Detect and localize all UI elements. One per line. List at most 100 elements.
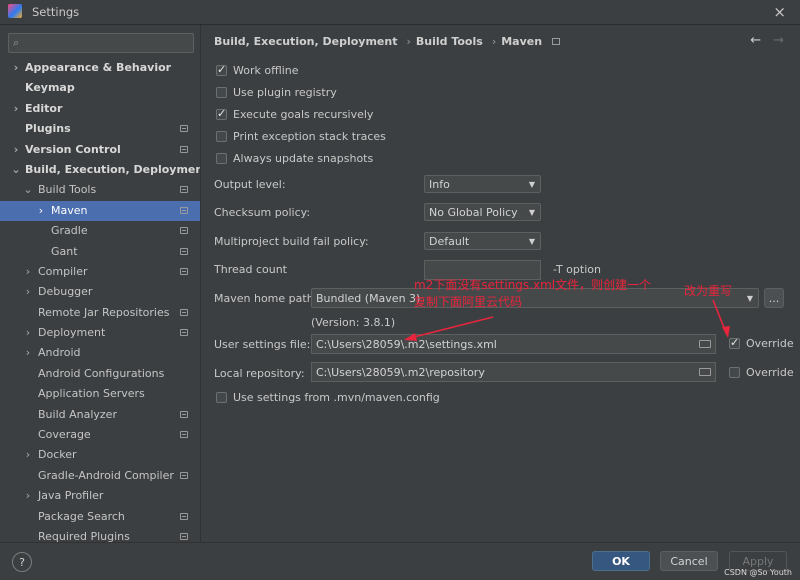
dropdown-arrow-icon: ▼ [528,208,535,217]
browse-maven-home-button[interactable]: ... [764,288,784,308]
search-input[interactable]: ⌕ [8,33,194,53]
chevron-right-icon: › [13,142,19,156]
sidebar-item-label: Docker [38,448,77,462]
select-value: Info [429,178,450,191]
sidebar-item-label: Build Analyzer [38,407,117,421]
checkbox-icon[interactable] [216,153,227,164]
local-repository-input[interactable]: C:\Users\28059\.m2\repository [311,362,716,382]
dialog-footer: ? OK Cancel Apply CSDN @So Youth [0,542,800,580]
maven-home-label: Maven home path: [214,292,318,305]
sidebar-item-label: Application Servers [38,387,145,401]
sidebar-item-gant[interactable]: Gant [0,242,200,262]
checksum-policy-select[interactable]: No Global Policy ▼ [424,203,541,221]
use-plugin-registry-checkbox[interactable]: Use plugin registry [216,85,337,101]
annotation-text: m2下面没有settings.xml文件，则创建一个 [414,278,652,292]
sidebar-item-label: Android [38,346,81,360]
print-exception-stack-traces-checkbox[interactable]: Print exception stack traces [216,129,386,145]
close-icon[interactable]: × [773,3,786,21]
always-update-snapshots-checkbox[interactable]: Always update snapshots [216,151,373,167]
sidebar-item-package-search[interactable]: Package Search [0,507,200,527]
sidebar-item-build-tools[interactable]: ⌄ Build Tools [0,180,200,200]
checkbox-icon[interactable] [216,392,227,403]
sidebar-item-label: Gradle [51,224,88,238]
sidebar-item-version-control[interactable]: › Version Control [0,140,200,160]
sidebar-item-compiler[interactable]: › Compiler [0,262,200,282]
chevron-right-icon: › [13,61,19,74]
sidebar-item-plugins[interactable]: Plugins [0,119,200,139]
chevron-down-icon: ⌄ [23,183,33,197]
project-level-icon [180,227,188,235]
sidebar-item-appearance-behavior[interactable]: › Appearance & Behavior [0,58,200,78]
ok-button[interactable]: OK [592,551,650,571]
multiproject-fail-policy-label: Multiproject build fail policy: [214,235,369,248]
sidebar-item-editor[interactable]: › Editor [0,99,200,119]
sidebar-item-application-servers[interactable]: Application Servers [0,384,200,404]
project-level-icon [180,431,188,439]
project-level-icon [180,125,188,133]
checkbox-label: Use settings from .mvn/maven.config [233,391,440,404]
project-level-icon [180,410,188,418]
field-value: C:\Users\28059\.m2\repository [316,366,485,379]
sidebar-item-deployment[interactable]: › Deployment [0,323,200,343]
sidebar-item-keymap[interactable]: Keymap [0,78,200,98]
select-value: No Global Policy [429,206,518,219]
output-level-select[interactable]: Info ▼ [424,175,541,193]
sidebar-item-remote-jar-repositories[interactable]: Remote Jar Repositories [0,303,200,323]
field-value: C:\Users\28059\.m2\settings.xml [316,338,497,351]
sidebar-item-label: Java Profiler [38,489,104,503]
checkbox-label: Override [746,366,794,379]
project-level-icon [552,38,561,45]
checkbox-icon[interactable] [729,367,740,378]
work-offline-checkbox[interactable]: Work offline [216,62,299,79]
checkbox-icon[interactable] [216,106,227,122]
sidebar-item-label: Gradle-Android Compiler [38,468,174,482]
sidebar-item-docker[interactable]: › Docker [0,445,200,465]
user-settings-input[interactable]: C:\Users\28059\.m2\settings.xml [311,334,716,354]
forward-arrow-icon[interactable]: → [773,33,784,48]
checkbox-icon[interactable] [216,131,227,142]
use-maven-config-checkbox[interactable]: Use settings from .mvn/maven.config [216,390,440,406]
sidebar-item-coverage[interactable]: Coverage [0,425,200,445]
help-button[interactable]: ? [12,552,32,572]
local-repository-override-checkbox[interactable]: Override [729,365,794,381]
back-arrow-icon[interactable]: ← [750,33,761,48]
chevron-right-icon: › [38,203,44,217]
dropdown-arrow-icon: ▼ [528,180,535,189]
checkbox-label: Override [746,337,794,350]
folder-icon[interactable] [699,368,711,376]
sidebar-item-label: Keymap [25,81,75,95]
project-level-icon [180,308,188,316]
checkbox-label: Print exception stack traces [233,130,386,143]
select-value: Bundled (Maven 3) [316,292,421,305]
sidebar-item-android-configurations[interactable]: Android Configurations [0,364,200,384]
execute-goals-recursively-checkbox[interactable]: Execute goals recursively [216,106,373,123]
chevron-right-icon: › [13,101,19,115]
sidebar-item-android[interactable]: › Android [0,343,200,363]
sidebar-item-required-plugins[interactable]: Required Plugins [0,527,200,542]
sidebar-item-label: Build, Execution, Deployment [25,162,201,176]
sidebar-item-build-execution-deployment[interactable]: ⌄ Build, Execution, Deployment [0,160,200,180]
sidebar-item-maven[interactable]: › Maven [0,200,200,222]
sidebar-item-java-profiler[interactable]: › Java Profiler [0,486,200,506]
checkbox-icon[interactable] [216,87,227,98]
annotation-text: 复制下面阿里云代码 [414,295,523,309]
maven-settings-panel: Build, Execution, Deployment › Build Tools… [201,25,800,542]
project-level-icon [180,471,188,479]
cancel-button[interactable]: Cancel [660,551,718,571]
checkbox-icon[interactable] [729,335,740,351]
breadcrumb-item: Maven [501,35,543,48]
checkbox-icon[interactable] [216,62,227,78]
multiproject-fail-policy-select[interactable]: Default ▼ [424,232,541,250]
sidebar-item-label: Plugins [25,122,71,136]
checkbox-label: Work offline [233,64,299,77]
sidebar-item-build-analyzer[interactable]: Build Analyzer [0,405,200,425]
sidebar-item-debugger[interactable]: › Debugger [0,282,200,302]
dropdown-arrow-icon: ▼ [746,294,753,303]
breadcrumb-item: Build Tools [415,35,483,48]
folder-icon[interactable] [699,340,711,348]
dropdown-arrow-icon: ▼ [528,237,535,246]
user-settings-override-checkbox[interactable]: Override [729,335,794,352]
sidebar-item-gradle-android-compiler[interactable]: Gradle-Android Compiler [0,466,200,486]
sidebar-item-gradle[interactable]: Gradle [0,221,200,241]
project-level-icon [180,532,188,540]
